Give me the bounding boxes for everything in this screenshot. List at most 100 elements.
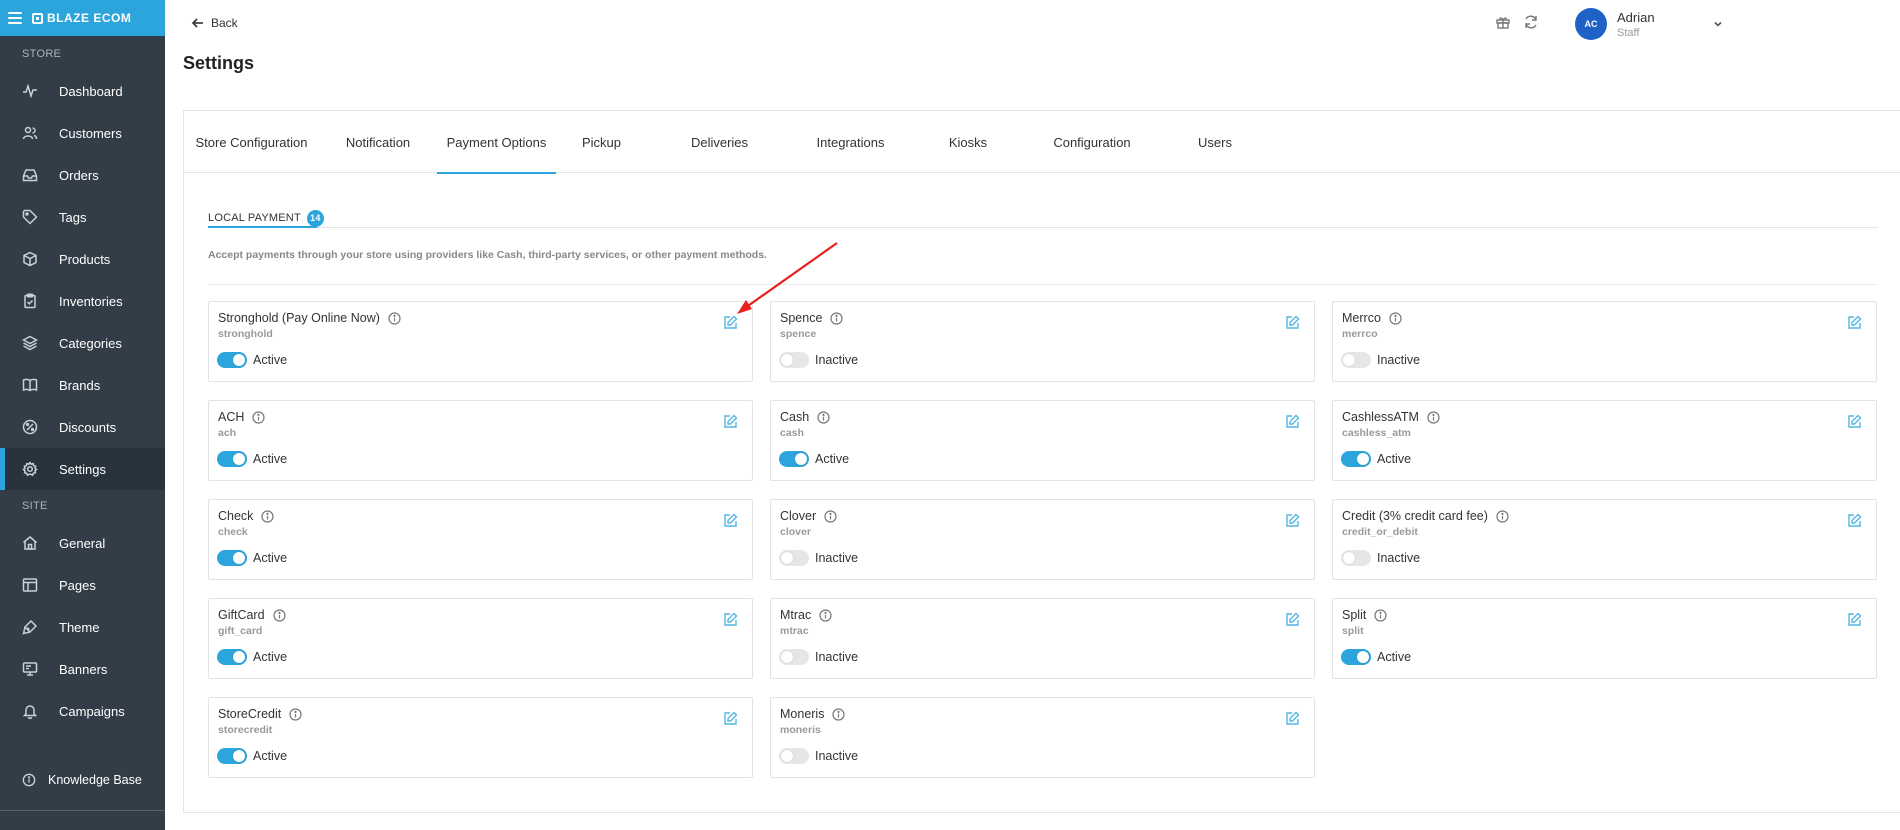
- info-circle-icon[interactable]: [819, 608, 832, 622]
- payment-description: Accept payments through your store using…: [208, 249, 767, 261]
- payment-name-text: Check: [218, 509, 254, 523]
- edit-icon[interactable]: [1285, 612, 1300, 627]
- payment-name-text: StoreCredit: [218, 707, 282, 721]
- sidebar-item-customers[interactable]: Customers: [0, 112, 165, 154]
- gift-icon[interactable]: [1495, 14, 1511, 30]
- info-circle-icon[interactable]: [289, 707, 302, 721]
- status-label: Inactive: [1377, 551, 1421, 565]
- edit-icon[interactable]: [1285, 315, 1300, 330]
- status-toggle[interactable]: [779, 550, 809, 566]
- payment-card-ach: ACH ach Active: [208, 400, 753, 481]
- tab-configuration[interactable]: Configuration: [1027, 111, 1157, 173]
- sidebar-item-orders[interactable]: Orders: [0, 154, 165, 196]
- toggle-knob: [781, 552, 793, 564]
- edit-icon[interactable]: [723, 315, 738, 330]
- chevron-down-icon[interactable]: [1713, 16, 1723, 34]
- edit-icon[interactable]: [723, 612, 738, 627]
- info-circle-icon[interactable]: [1389, 311, 1402, 325]
- edit-icon[interactable]: [1285, 711, 1300, 726]
- info-circle-icon[interactable]: [830, 311, 844, 325]
- edit-icon[interactable]: [1847, 315, 1862, 330]
- edit-icon[interactable]: [723, 513, 738, 528]
- tab-pickup[interactable]: Pickup: [556, 111, 647, 173]
- info-circle-icon[interactable]: [261, 509, 275, 523]
- sidebar-item-theme[interactable]: Theme: [0, 606, 165, 648]
- status-toggle[interactable]: [1341, 451, 1371, 467]
- status-toggle[interactable]: [779, 352, 809, 368]
- tab-users[interactable]: Users: [1157, 111, 1273, 173]
- edit-icon[interactable]: [1285, 414, 1300, 429]
- payment-grid: Stronghold (Pay Online Now) stronghold Act…: [208, 301, 1878, 778]
- status-toggle[interactable]: [779, 451, 809, 467]
- sidebar-item-general[interactable]: General: [0, 522, 165, 564]
- payment-name-text: Mtrac: [780, 608, 812, 622]
- sidebar-item-products[interactable]: Products: [0, 238, 165, 280]
- sidebar-item-pages[interactable]: Pages: [0, 564, 165, 606]
- status-toggle[interactable]: [217, 451, 247, 467]
- status-toggle[interactable]: [1341, 649, 1371, 665]
- toggle-knob: [1343, 354, 1355, 366]
- status-toggle[interactable]: [217, 352, 247, 368]
- avatar[interactable]: AC: [1575, 8, 1607, 40]
- info-circle-icon[interactable]: [272, 608, 286, 622]
- inbox-icon: [22, 167, 38, 183]
- status-toggle-row: Inactive: [779, 352, 858, 368]
- status-toggle[interactable]: [217, 748, 247, 764]
- toggle-knob: [233, 453, 245, 465]
- payment-card-moneris: Moneris moneris Inactive: [770, 697, 1315, 778]
- edit-icon[interactable]: [1285, 513, 1300, 528]
- sidebar-item-knowledge-base[interactable]: Knowledge Base: [0, 760, 165, 800]
- edit-icon[interactable]: [1847, 513, 1862, 528]
- status-toggle[interactable]: [217, 550, 247, 566]
- edit-icon[interactable]: [723, 414, 738, 429]
- status-toggle-row: Active: [1341, 451, 1411, 467]
- payment-name-text: Stronghold (Pay Online Now): [218, 311, 380, 325]
- edit-icon[interactable]: [1847, 612, 1862, 627]
- back-button[interactable]: Back: [191, 16, 238, 30]
- info-circle-icon[interactable]: [388, 311, 401, 325]
- status-toggle[interactable]: [217, 649, 247, 665]
- payment-code: merrco: [1342, 328, 1378, 340]
- status-toggle[interactable]: [779, 649, 809, 665]
- sidebar-item-inventories[interactable]: Inventories: [0, 280, 165, 322]
- refresh-icon[interactable]: [1523, 14, 1539, 30]
- tab-local-payment[interactable]: LOCAL PAYMENT 14: [208, 199, 324, 237]
- payment-card-merrco: Merrco merrco Inactive: [1332, 301, 1877, 382]
- payment-card-credit-or-debit: Credit (3% credit card fee) credit_or_deb…: [1332, 499, 1877, 580]
- edit-icon[interactable]: [1847, 414, 1862, 429]
- info-circle-icon[interactable]: [252, 410, 266, 424]
- info-circle-icon[interactable]: [1496, 509, 1509, 523]
- sidebar-item-label: Knowledge Base: [48, 773, 142, 787]
- status-toggle[interactable]: [1341, 352, 1371, 368]
- sidebar-item-brands[interactable]: Brands: [0, 364, 165, 406]
- sidebar-item-categories[interactable]: Categories: [0, 322, 165, 364]
- sidebar-item-dashboard[interactable]: Dashboard: [0, 70, 165, 112]
- hamburger-menu-icon[interactable]: [8, 12, 22, 24]
- toggle-knob: [795, 453, 807, 465]
- payment-code: storecredit: [218, 724, 273, 736]
- status-toggle-row: Active: [217, 649, 287, 665]
- tab-integrations[interactable]: Integrations: [792, 111, 909, 173]
- store-section-label: STORE: [22, 48, 62, 60]
- info-circle-icon[interactable]: [1374, 608, 1387, 622]
- status-toggle[interactable]: [779, 748, 809, 764]
- payment-code: clover: [780, 526, 811, 538]
- status-toggle[interactable]: [1341, 550, 1371, 566]
- status-toggle-row: Active: [217, 748, 287, 764]
- info-circle-icon[interactable]: [1427, 410, 1440, 424]
- sidebar-item-banners[interactable]: Banners: [0, 648, 165, 690]
- tab-notification[interactable]: Notification: [319, 111, 437, 173]
- info-circle-icon[interactable]: [824, 509, 837, 523]
- info-circle-icon[interactable]: [817, 410, 830, 424]
- tab-store-configuration[interactable]: Store Configuration: [184, 111, 319, 173]
- tab-payment-options[interactable]: Payment Options: [437, 111, 556, 174]
- sidebar-item-settings[interactable]: Settings: [0, 448, 165, 490]
- info-circle-icon[interactable]: [832, 707, 846, 721]
- sidebar-item-discounts[interactable]: Discounts: [0, 406, 165, 448]
- tab-kiosks[interactable]: Kiosks: [909, 111, 1027, 173]
- edit-icon[interactable]: [723, 711, 738, 726]
- sidebar-item-tags[interactable]: Tags: [0, 196, 165, 238]
- sidebar-item-campaigns[interactable]: Campaigns: [0, 690, 165, 732]
- user-name[interactable]: Adrian: [1617, 10, 1655, 25]
- tab-deliveries[interactable]: Deliveries: [647, 111, 792, 173]
